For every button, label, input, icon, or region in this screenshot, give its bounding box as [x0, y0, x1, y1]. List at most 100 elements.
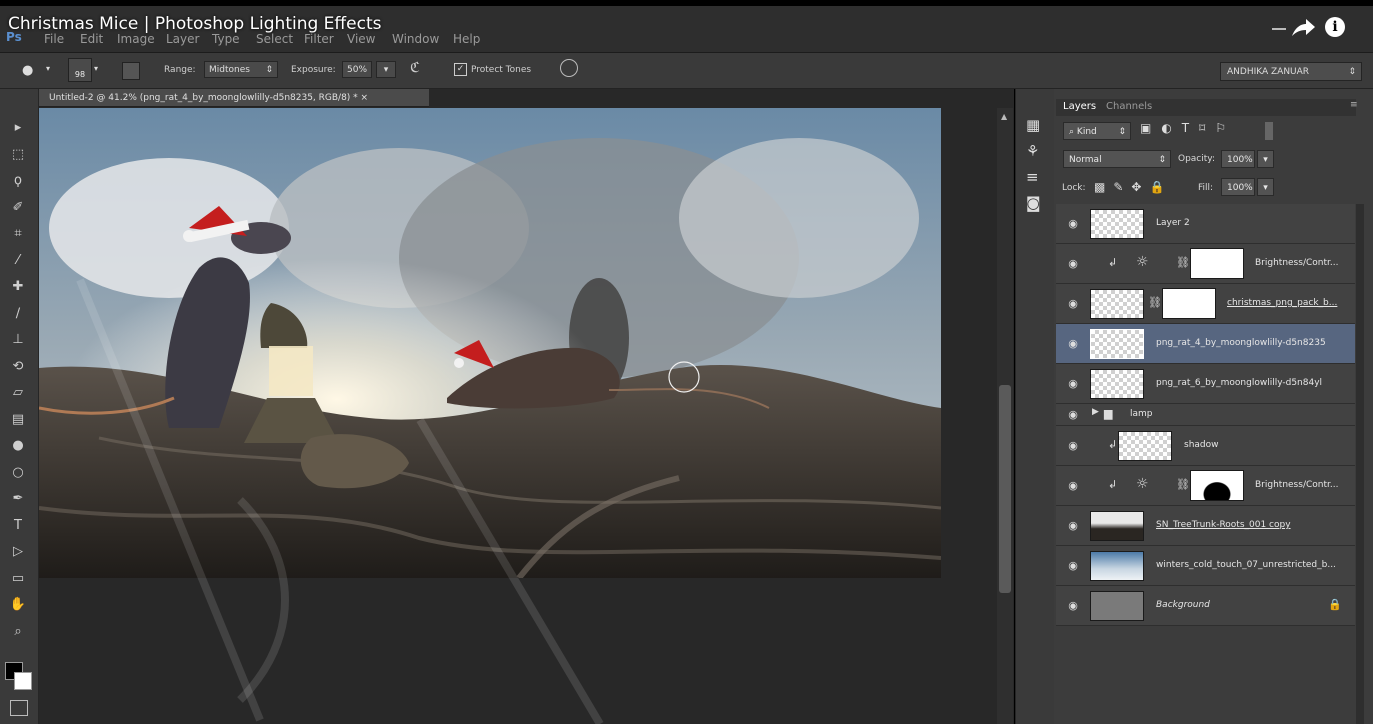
layer-row-tree-trunk[interactable]: ◉ SN_TreeTrunk-Roots_001 copy	[1056, 506, 1355, 546]
healing-icon[interactable]: ✚	[6, 277, 30, 297]
visibility-eye-icon[interactable]: ◉	[1066, 377, 1080, 391]
document-tab[interactable]: Untitled-2 @ 41.2% (png_rat_4_by_moonglo…	[39, 89, 429, 107]
link-chain-icon: ⛓	[1148, 296, 1162, 309]
fill-input[interactable]: 100%	[1221, 178, 1255, 196]
minimize-icon[interactable]	[1272, 28, 1286, 30]
visibility-eye-icon[interactable]: ◉	[1066, 559, 1080, 573]
hand-icon[interactable]: ✋	[6, 595, 30, 615]
menu-window[interactable]: Window	[392, 32, 439, 46]
blur-icon[interactable]: ●	[6, 436, 30, 456]
filter-kind-select[interactable]: ⌕ Kind ⇕	[1063, 122, 1131, 140]
path-select-icon[interactable]: ▷	[6, 542, 30, 562]
canvas-scrollbar-thumb[interactable]	[999, 385, 1011, 593]
visibility-eye-icon[interactable]: ◉	[1066, 217, 1080, 231]
scroll-up-icon[interactable]: ▲	[1001, 112, 1007, 121]
layer-row-brightness-contrast-1[interactable]: ◉ ↲ ☼ ⛓ Brightness/Contr...	[1056, 244, 1355, 284]
filter-kind-label: Kind	[1076, 127, 1097, 137]
filter-icons[interactable]: ▣◐T⌑⚐	[1140, 121, 1236, 135]
quick-mask-icon[interactable]	[10, 700, 28, 716]
dodge-icon[interactable]: ○	[6, 463, 30, 483]
eraser-icon[interactable]: ▱	[6, 383, 30, 403]
opacity-slider-button[interactable]: ▾	[1257, 150, 1274, 168]
share-icon[interactable]	[1290, 16, 1316, 45]
dodge-tool-icon[interactable]: ●	[22, 63, 33, 78]
visibility-eye-icon[interactable]: ◉	[1066, 337, 1080, 351]
eyedropper-icon[interactable]: ⁄	[6, 251, 30, 271]
fill-value: 100%	[1227, 183, 1253, 193]
brush-size-picker[interactable]: 98	[68, 58, 92, 82]
properties-icon[interactable]: ≡	[1026, 168, 1039, 186]
protect-tones-checkbox[interactable]: ✓	[454, 63, 467, 76]
layer-row-png-rat-6[interactable]: ◉ png_rat_6_by_moonglowlilly-d5n84yl	[1056, 364, 1355, 404]
group-expand-icon[interactable]: ▶	[1092, 407, 1099, 417]
tab-channels[interactable]: Channels	[1106, 101, 1152, 112]
info-panel-icon[interactable]: ◙	[1026, 194, 1041, 212]
visibility-eye-icon[interactable]: ◉	[1066, 297, 1080, 311]
fill-slider-button[interactable]: ▾	[1257, 178, 1274, 196]
crop-icon[interactable]: ⌗	[6, 224, 30, 244]
quick-select-icon[interactable]: ✐	[6, 198, 30, 218]
tool-preset-chevron-icon[interactable]: ▾	[46, 64, 50, 73]
layer-row-lamp-group[interactable]: ◉ ▶ ▆ lamp	[1056, 404, 1355, 426]
menu-file[interactable]: File	[44, 32, 64, 46]
brush-icon[interactable]: ∕	[6, 304, 30, 324]
layer-thumbnail	[1090, 209, 1144, 239]
menu-view[interactable]: View	[347, 32, 375, 46]
layer-row-layer-2[interactable]: ◉ Layer 2	[1056, 204, 1355, 244]
visibility-eye-icon[interactable]: ◉	[1066, 439, 1080, 453]
opacity-input[interactable]: 100%	[1221, 150, 1255, 168]
gradient-icon[interactable]: ▤	[6, 410, 30, 430]
visibility-eye-icon[interactable]: ◉	[1066, 599, 1080, 613]
airbrush-icon[interactable]: ℭ	[410, 60, 420, 76]
panel-menu-icon[interactable]: ≡	[1350, 100, 1358, 110]
menu-select[interactable]: Select	[256, 32, 293, 46]
layer-name: png_rat_4_by_moonglowlilly-d5n8235	[1156, 338, 1326, 348]
blend-mode-select[interactable]: Normal ⇕	[1063, 150, 1171, 168]
menu-layer[interactable]: Layer	[166, 32, 199, 46]
history-brush-icon[interactable]: ⟲	[6, 357, 30, 377]
clip-arrow-icon: ↲	[1108, 438, 1118, 451]
filter-toggle[interactable]	[1265, 122, 1273, 140]
tab-layers[interactable]: Layers	[1063, 101, 1096, 112]
adjustments-icon[interactable]: ⚘	[1026, 142, 1039, 160]
document-tab-title: Untitled-2 @ 41.2% (png_rat_4_by_moonglo…	[49, 93, 369, 103]
type-icon[interactable]: T	[6, 516, 30, 536]
move-icon[interactable]: ▸	[6, 118, 30, 138]
visibility-eye-icon[interactable]: ◉	[1066, 479, 1080, 493]
workspace-select[interactable]: ANDHIKA ZANUAR ⇕	[1220, 62, 1362, 81]
swatches-icon[interactable]: ▦	[1026, 116, 1040, 134]
info-icon[interactable]: i	[1325, 17, 1345, 37]
background-color-swatch[interactable]	[14, 672, 32, 690]
menu-filter[interactable]: Filter	[304, 32, 334, 46]
layer-name: png_rat_6_by_moonglowlilly-d5n84yl	[1156, 378, 1323, 388]
visibility-eye-icon[interactable]: ◉	[1066, 408, 1080, 422]
brush-panel-icon[interactable]	[122, 62, 140, 80]
menu-type[interactable]: Type	[212, 32, 240, 46]
visibility-eye-icon[interactable]: ◉	[1066, 519, 1080, 533]
zoom-icon[interactable]: ⌕	[6, 622, 30, 642]
brush-picker-chevron-icon[interactable]: ▾	[94, 64, 98, 73]
layer-row-christmas-png-pack[interactable]: ◉ ⛓ christmas_png_pack_b...	[1056, 284, 1355, 324]
marquee-icon[interactable]: ⬚	[6, 145, 30, 165]
lock-icons[interactable]: ▩✎✥🔒	[1094, 180, 1172, 194]
exposure-input[interactable]: 50%	[342, 61, 372, 78]
shape-icon[interactable]: ▭	[6, 569, 30, 589]
lasso-icon[interactable]: ϙ	[6, 171, 30, 191]
stamp-icon[interactable]: ⊥	[6, 330, 30, 350]
menu-image[interactable]: Image	[117, 32, 155, 46]
pressure-icon[interactable]	[560, 59, 578, 77]
layers-scrollbar[interactable]	[1356, 204, 1364, 724]
menu-edit[interactable]: Edit	[80, 32, 103, 46]
pen-icon[interactable]: ✒	[6, 489, 30, 509]
visibility-eye-icon[interactable]: ◉	[1066, 257, 1080, 271]
layer-thumbnail	[1090, 369, 1144, 399]
menu-help[interactable]: Help	[453, 32, 480, 46]
layer-row-shadow[interactable]: ◉ ↲ shadow	[1056, 426, 1355, 466]
layer-row-png-rat-4[interactable]: ◉ png_rat_4_by_moonglowlilly-d5n8235	[1056, 324, 1355, 364]
layer-row-background[interactable]: ◉ Background 🔒	[1056, 586, 1355, 626]
exposure-slider-button[interactable]: ▾	[376, 61, 396, 78]
canvas-image[interactable]	[39, 108, 941, 578]
range-select[interactable]: Midtones ⇕	[204, 61, 278, 78]
layer-row-winters-cold-touch[interactable]: ◉ winters_cold_touch_07_unrestricted_b..…	[1056, 546, 1355, 586]
layer-row-brightness-contrast-2[interactable]: ◉ ↲ ☼ ⛓ Brightness/Contr...	[1056, 466, 1355, 506]
